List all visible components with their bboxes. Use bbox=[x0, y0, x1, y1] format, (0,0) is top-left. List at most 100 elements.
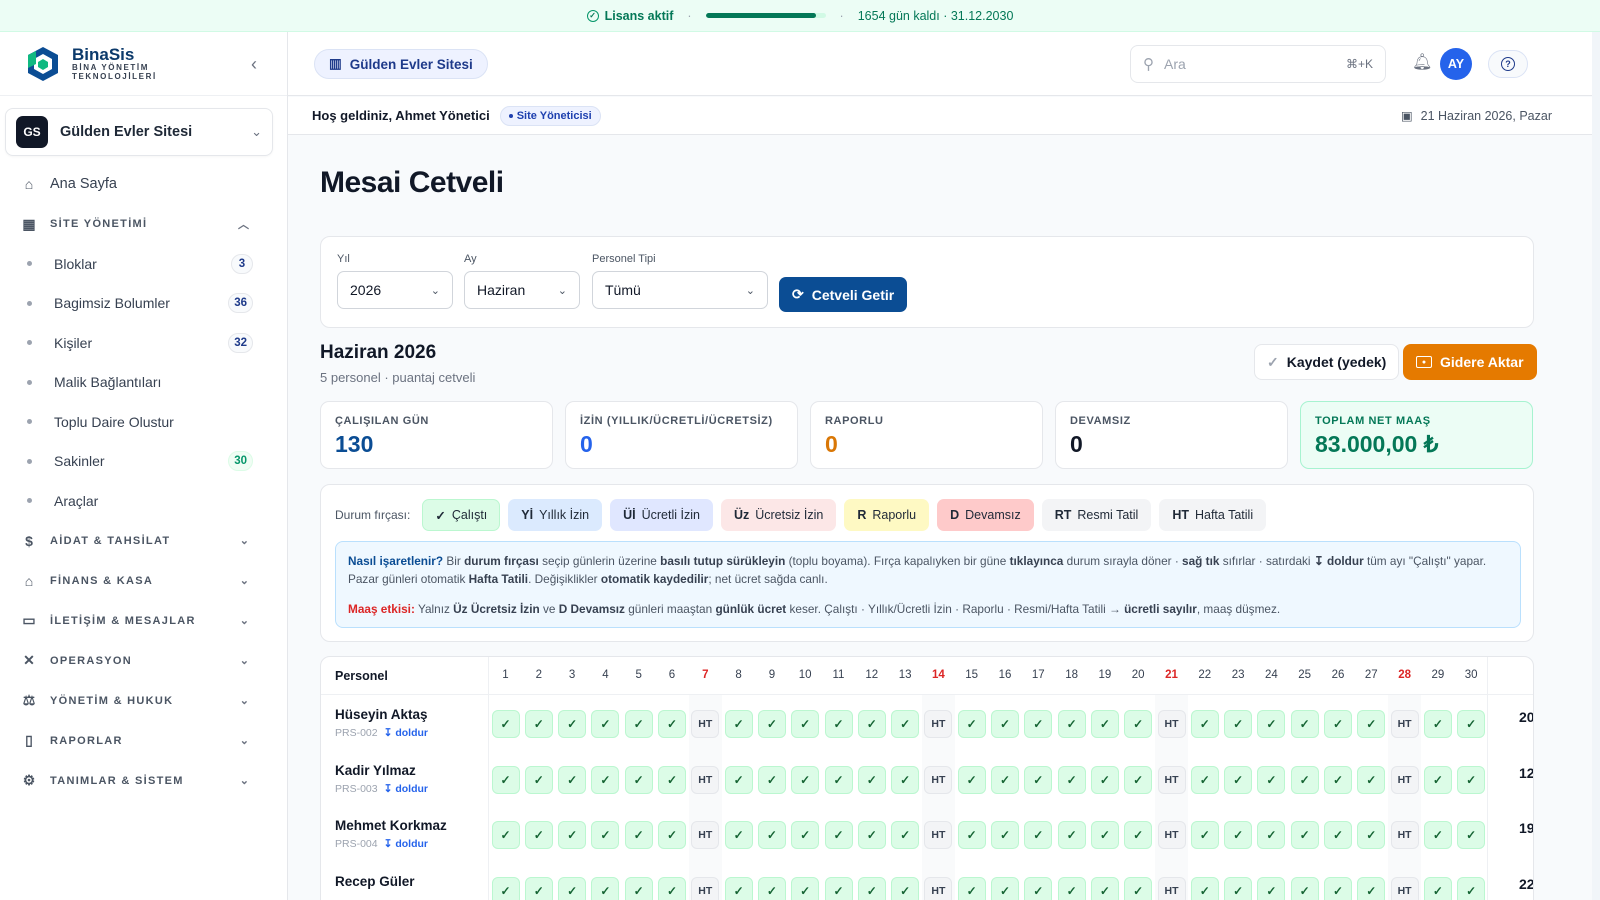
day-cell[interactable]: ✓ bbox=[1423, 710, 1452, 738]
sidebar-section-iletisim[interactable]: ▭ İLETİŞİM & MESAJLAR ⌄ bbox=[0, 601, 287, 641]
day-cell[interactable]: ✓ bbox=[1057, 821, 1086, 849]
day-cell[interactable]: ✓ bbox=[1124, 710, 1153, 738]
day-cell[interactable]: HT bbox=[1390, 876, 1419, 900]
day-cell[interactable]: ✓ bbox=[1124, 821, 1153, 849]
day-cell[interactable]: ✓ bbox=[1124, 876, 1153, 900]
day-cell[interactable]: ✓ bbox=[824, 876, 853, 900]
fill-month-link[interactable]: ↧ doldur bbox=[384, 838, 428, 850]
day-cell[interactable]: ✓ bbox=[724, 765, 753, 794]
day-cell[interactable]: HT bbox=[1157, 876, 1186, 900]
brush-resmi[interactable]: RT Resmi Tatil bbox=[1041, 499, 1152, 531]
bell-icon[interactable]: 🔔︎ bbox=[1412, 52, 1432, 72]
day-cell[interactable]: ✓ bbox=[658, 821, 686, 849]
day-cell[interactable]: ✓ bbox=[1224, 710, 1253, 738]
day-cell[interactable]: ✓ bbox=[1324, 821, 1352, 849]
day-cell[interactable]: ✓ bbox=[658, 876, 686, 900]
day-cell[interactable]: ✓ bbox=[857, 821, 886, 849]
sidebar-section-site-management[interactable]: ▦ SİTE YÖNETİMİ ︿ bbox=[0, 204, 287, 244]
day-cell[interactable]: ✓ bbox=[1324, 765, 1352, 794]
export-expense-button[interactable]: ● Gidere Aktar bbox=[1403, 344, 1537, 380]
day-cell[interactable]: ✓ bbox=[558, 710, 587, 738]
day-cell[interactable]: ✓ bbox=[1090, 876, 1119, 900]
day-cell[interactable]: ✓ bbox=[558, 821, 587, 849]
sidebar-item-kisiler[interactable]: Kişiler 32 bbox=[0, 323, 287, 363]
day-cell[interactable]: ✓ bbox=[1357, 821, 1386, 849]
page-scrollbar[interactable] bbox=[1592, 32, 1600, 900]
day-cell[interactable]: ✓ bbox=[1224, 765, 1253, 794]
day-cell[interactable]: ✓ bbox=[957, 765, 986, 794]
brush-yillik[interactable]: Yİ Yıllık İzin bbox=[508, 499, 603, 531]
day-cell[interactable]: ✓ bbox=[558, 876, 587, 900]
day-cell[interactable]: ✓ bbox=[1457, 821, 1486, 849]
day-cell[interactable]: ✓ bbox=[1090, 765, 1119, 794]
day-cell[interactable]: ✓ bbox=[1324, 710, 1352, 738]
day-cell[interactable]: HT bbox=[924, 876, 953, 900]
day-cell[interactable]: ✓ bbox=[491, 821, 520, 849]
day-cell[interactable]: HT bbox=[691, 821, 720, 849]
day-cell[interactable]: HT bbox=[924, 765, 953, 794]
day-cell[interactable]: ✓ bbox=[558, 765, 587, 794]
day-cell[interactable]: ✓ bbox=[957, 710, 986, 738]
fill-month-link[interactable]: ↧ doldur bbox=[384, 727, 428, 739]
day-cell[interactable]: HT bbox=[1157, 821, 1186, 849]
day-cell[interactable]: ✓ bbox=[791, 710, 820, 738]
day-cell[interactable]: ✓ bbox=[1357, 876, 1386, 900]
day-cell[interactable]: ✓ bbox=[724, 710, 753, 738]
day-cell[interactable]: ✓ bbox=[891, 821, 920, 849]
day-cell[interactable]: ✓ bbox=[624, 821, 653, 849]
day-cell[interactable]: ✓ bbox=[591, 821, 620, 849]
brush-calisti[interactable]: ✓ Çalıştı bbox=[422, 499, 501, 531]
day-cell[interactable]: ✓ bbox=[1257, 821, 1286, 849]
day-cell[interactable]: ✓ bbox=[1290, 710, 1319, 738]
brush-ucretli[interactable]: Üİ Ücretli İzin bbox=[610, 499, 713, 531]
day-cell[interactable]: ✓ bbox=[891, 876, 920, 900]
day-cell[interactable]: ✓ bbox=[1423, 876, 1452, 900]
day-cell[interactable]: ✓ bbox=[891, 710, 920, 738]
day-cell[interactable]: ✓ bbox=[824, 710, 853, 738]
day-cell[interactable]: ✓ bbox=[591, 765, 620, 794]
day-cell[interactable]: HT bbox=[924, 821, 953, 849]
day-cell[interactable]: ✓ bbox=[991, 710, 1019, 738]
day-cell[interactable]: HT bbox=[1157, 710, 1186, 738]
day-cell[interactable]: ✓ bbox=[1124, 765, 1153, 794]
day-cell[interactable]: ✓ bbox=[1457, 710, 1486, 738]
day-cell[interactable]: ✓ bbox=[1190, 765, 1219, 794]
day-cell[interactable]: ✓ bbox=[1290, 876, 1319, 900]
day-cell[interactable]: ✓ bbox=[891, 765, 920, 794]
month-select[interactable]: Haziran ⌄ bbox=[464, 271, 580, 309]
day-cell[interactable]: ✓ bbox=[1257, 710, 1286, 738]
day-cell[interactable]: ✓ bbox=[791, 821, 820, 849]
day-cell[interactable]: ✓ bbox=[757, 710, 786, 738]
day-cell[interactable]: ✓ bbox=[1190, 821, 1219, 849]
day-cell[interactable]: ✓ bbox=[1257, 765, 1286, 794]
day-cell[interactable]: ✓ bbox=[1024, 710, 1053, 738]
fetch-schedule-button[interactable]: ⟳ Cetveli Getir bbox=[779, 277, 908, 312]
day-cell[interactable]: ✓ bbox=[1324, 876, 1352, 900]
day-cell[interactable]: ✓ bbox=[1024, 765, 1053, 794]
day-cell[interactable]: ✓ bbox=[1457, 876, 1486, 900]
day-cell[interactable]: ✓ bbox=[524, 876, 553, 900]
day-cell[interactable]: ✓ bbox=[824, 821, 853, 849]
day-cell[interactable]: ✓ bbox=[957, 821, 986, 849]
sidebar-section-aidat[interactable]: $ AİDAT & TAHSİLAT ⌄ bbox=[0, 521, 287, 561]
day-cell[interactable]: ✓ bbox=[1224, 876, 1253, 900]
sidebar-item-toplu-daire[interactable]: Toplu Daire Olustur bbox=[0, 402, 287, 442]
day-cell[interactable]: HT bbox=[924, 710, 953, 738]
day-cell[interactable]: ✓ bbox=[1423, 765, 1452, 794]
day-cell[interactable]: ✓ bbox=[1290, 765, 1319, 794]
search-box[interactable]: ⚲ ⌘+K bbox=[1130, 45, 1386, 83]
user-avatar[interactable]: AY bbox=[1440, 48, 1472, 80]
fill-month-link[interactable]: ↧ doldur bbox=[384, 783, 428, 795]
day-cell[interactable]: HT bbox=[1390, 821, 1419, 849]
day-cell[interactable]: ✓ bbox=[991, 765, 1019, 794]
sidebar-collapse-icon[interactable]: ‹ bbox=[251, 54, 257, 75]
day-cell[interactable]: ✓ bbox=[1024, 821, 1053, 849]
site-pill[interactable]: ▥ Gülden Evler Sitesi bbox=[314, 49, 488, 79]
day-cell[interactable]: ✓ bbox=[491, 876, 520, 900]
day-cell[interactable]: ✓ bbox=[624, 710, 653, 738]
sidebar-section-yonetim[interactable]: ⚖ YÖNETİM & HUKUK ⌄ bbox=[0, 681, 287, 721]
brush-rapor[interactable]: R Raporlu bbox=[844, 499, 930, 531]
personnel-type-select[interactable]: Tümü ⌄ bbox=[592, 271, 768, 309]
day-cell[interactable]: ✓ bbox=[1090, 821, 1119, 849]
day-cell[interactable]: ✓ bbox=[1057, 710, 1086, 738]
